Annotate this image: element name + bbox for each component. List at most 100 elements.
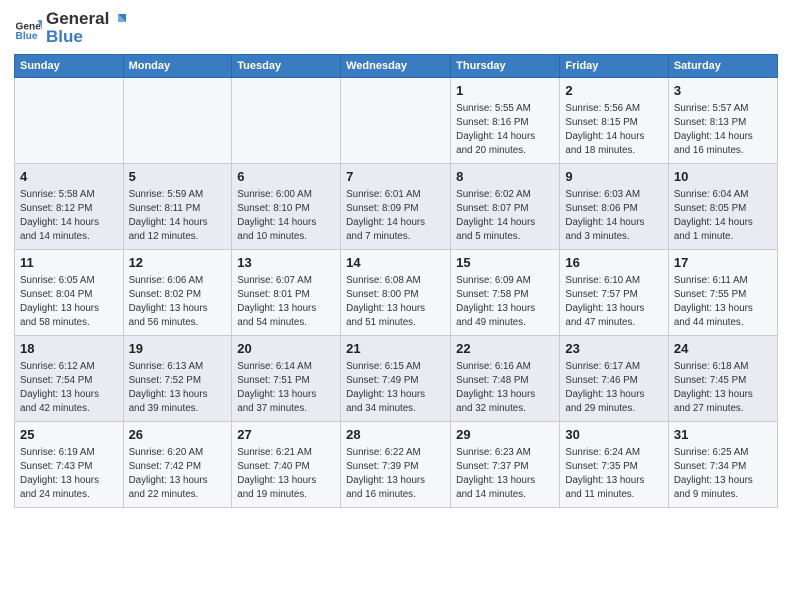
day-number: 10: [674, 168, 772, 186]
day-number: 23: [565, 340, 662, 358]
day-info: Sunrise: 5:58 AMSunset: 8:12 PMDaylight:…: [20, 188, 118, 245]
day-number: 5: [129, 168, 227, 186]
day-number: 27: [237, 426, 335, 444]
day-cell-1-1: 5 Sunrise: 5:59 AMSunset: 8:11 PMDaylight…: [123, 163, 232, 249]
day-info: Sunrise: 6:00 AMSunset: 8:10 PMDaylight:…: [237, 188, 335, 245]
day-info: Sunrise: 5:59 AMSunset: 8:11 PMDaylight:…: [129, 188, 227, 245]
day-info: Sunrise: 6:04 AMSunset: 8:05 PMDaylight:…: [674, 188, 772, 245]
day-number: 15: [456, 254, 554, 272]
day-number: 20: [237, 340, 335, 358]
day-cell-2-5: 16Sunrise: 6:10 AMSunset: 7:57 PMDayligh…: [560, 249, 668, 335]
day-cell-0-3: [341, 77, 451, 163]
logo-text: General: [46, 10, 127, 28]
header: General Blue General Blue: [14, 10, 778, 46]
day-number: 25: [20, 426, 118, 444]
day-info: Sunrise: 6:14 AMSunset: 7:51 PMDaylight:…: [237, 360, 335, 417]
day-number: 8: [456, 168, 554, 186]
calendar-table: Sunday Monday Tuesday Wednesday Thursday…: [14, 54, 778, 508]
day-cell-3-2: 20 Sunrise: 6:14 AMSunset: 7:51 PMDayligh…: [232, 335, 341, 421]
col-friday: Friday: [560, 54, 668, 77]
day-number: 24: [674, 340, 772, 358]
day-info: Sunrise: 6:08 AMSunset: 8:00 PMDaylight:…: [346, 274, 445, 331]
col-wednesday: Wednesday: [341, 54, 451, 77]
day-info: Sunrise: 6:22 AMSunset: 7:39 PMDaylight:…: [346, 446, 445, 503]
day-number: 1: [456, 82, 554, 100]
day-info: Sunrise: 6:18 AMSunset: 7:45 PMDaylight:…: [674, 360, 772, 417]
day-cell-1-4: 8 Sunrise: 6:02 AMSunset: 8:07 PMDaylight…: [451, 163, 560, 249]
col-monday: Monday: [123, 54, 232, 77]
day-cell-0-0: [15, 77, 124, 163]
day-number: 26: [129, 426, 227, 444]
day-info: Sunrise: 6:19 AMSunset: 7:43 PMDaylight:…: [20, 446, 118, 503]
week-row-5: 25 Sunrise: 6:19 AMSunset: 7:43 PMDayligh…: [15, 421, 778, 507]
day-cell-3-0: 18 Sunrise: 6:12 AMSunset: 7:54 PMDayligh…: [15, 335, 124, 421]
day-info: Sunrise: 6:05 AMSunset: 8:04 PMDaylight:…: [20, 274, 118, 331]
day-info: Sunrise: 6:16 AMSunset: 7:48 PMDaylight:…: [456, 360, 554, 417]
day-info: Sunrise: 6:21 AMSunset: 7:40 PMDaylight:…: [237, 446, 335, 503]
day-number: 29: [456, 426, 554, 444]
logo-icon: General Blue: [14, 14, 42, 42]
day-info: Sunrise: 6:10 AMSunset: 7:57 PMDaylight:…: [565, 274, 662, 331]
week-row-3: 11 Sunrise: 6:05 AMSunset: 8:04 PMDayligh…: [15, 249, 778, 335]
day-number: 28: [346, 426, 445, 444]
day-info: Sunrise: 6:23 AMSunset: 7:37 PMDaylight:…: [456, 446, 554, 503]
day-info: Sunrise: 6:03 AMSunset: 8:06 PMDaylight:…: [565, 188, 662, 245]
day-number: 3: [674, 82, 772, 100]
day-info: Sunrise: 5:56 AMSunset: 8:15 PMDaylight:…: [565, 102, 662, 159]
day-number: 21: [346, 340, 445, 358]
day-number: 2: [565, 82, 662, 100]
day-number: 18: [20, 340, 118, 358]
logo: General Blue General Blue: [14, 10, 127, 46]
day-number: 30: [565, 426, 662, 444]
day-cell-2-4: 15 Sunrise: 6:09 AMSunset: 7:58 PMDayligh…: [451, 249, 560, 335]
col-sunday: Sunday: [15, 54, 124, 77]
day-cell-0-5: 2 Sunrise: 5:56 AMSunset: 8:15 PMDaylight…: [560, 77, 668, 163]
day-cell-0-6: 3Sunrise: 5:57 AMSunset: 8:13 PMDaylight…: [668, 77, 777, 163]
day-cell-3-4: 22Sunrise: 6:16 AMSunset: 7:48 PMDayligh…: [451, 335, 560, 421]
col-saturday: Saturday: [668, 54, 777, 77]
day-info: Sunrise: 6:09 AMSunset: 7:58 PMDaylight:…: [456, 274, 554, 331]
day-cell-0-2: [232, 77, 341, 163]
logo-blue-text: Blue: [46, 28, 127, 46]
day-cell-4-3: 28 Sunrise: 6:22 AMSunset: 7:39 PMDayligh…: [341, 421, 451, 507]
day-cell-4-0: 25 Sunrise: 6:19 AMSunset: 7:43 PMDayligh…: [15, 421, 124, 507]
week-row-2: 4 Sunrise: 5:58 AMSunset: 8:12 PMDaylight…: [15, 163, 778, 249]
day-info: Sunrise: 6:11 AMSunset: 7:55 PMDaylight:…: [674, 274, 772, 331]
day-cell-1-0: 4 Sunrise: 5:58 AMSunset: 8:12 PMDaylight…: [15, 163, 124, 249]
day-info: Sunrise: 6:12 AMSunset: 7:54 PMDaylight:…: [20, 360, 118, 417]
day-info: Sunrise: 5:55 AMSunset: 8:16 PMDaylight:…: [456, 102, 554, 159]
day-cell-4-5: 30 Sunrise: 6:24 AMSunset: 7:35 PMDayligh…: [560, 421, 668, 507]
day-number: 19: [129, 340, 227, 358]
day-cell-2-1: 12Sunrise: 6:06 AMSunset: 8:02 PMDayligh…: [123, 249, 232, 335]
day-cell-4-1: 26Sunrise: 6:20 AMSunset: 7:42 PMDayligh…: [123, 421, 232, 507]
day-cell-2-0: 11 Sunrise: 6:05 AMSunset: 8:04 PMDayligh…: [15, 249, 124, 335]
day-number: 6: [237, 168, 335, 186]
day-info: Sunrise: 6:15 AMSunset: 7:49 PMDaylight:…: [346, 360, 445, 417]
day-cell-3-3: 21 Sunrise: 6:15 AMSunset: 7:49 PMDayligh…: [341, 335, 451, 421]
day-cell-4-2: 27 Sunrise: 6:21 AMSunset: 7:40 PMDayligh…: [232, 421, 341, 507]
day-info: Sunrise: 6:24 AMSunset: 7:35 PMDaylight:…: [565, 446, 662, 503]
svg-text:Blue: Blue: [16, 31, 38, 42]
day-cell-4-4: 29 Sunrise: 6:23 AMSunset: 7:37 PMDayligh…: [451, 421, 560, 507]
day-cell-1-3: 7Sunrise: 6:01 AMSunset: 8:09 PMDaylight…: [341, 163, 451, 249]
day-number: 4: [20, 168, 118, 186]
day-cell-2-3: 14Sunrise: 6:08 AMSunset: 8:00 PMDayligh…: [341, 249, 451, 335]
day-cell-0-1: [123, 77, 232, 163]
day-info: Sunrise: 6:02 AMSunset: 8:07 PMDaylight:…: [456, 188, 554, 245]
day-cell-1-2: 6 Sunrise: 6:00 AMSunset: 8:10 PMDaylight…: [232, 163, 341, 249]
logo-text-block: General Blue: [46, 10, 127, 46]
day-info: Sunrise: 6:01 AMSunset: 8:09 PMDaylight:…: [346, 188, 445, 245]
day-number: 9: [565, 168, 662, 186]
day-info: Sunrise: 6:06 AMSunset: 8:02 PMDaylight:…: [129, 274, 227, 331]
day-info: Sunrise: 6:25 AMSunset: 7:34 PMDaylight:…: [674, 446, 772, 503]
day-cell-2-6: 17Sunrise: 6:11 AMSunset: 7:55 PMDayligh…: [668, 249, 777, 335]
day-number: 13: [237, 254, 335, 272]
day-number: 11: [20, 254, 118, 272]
day-cell-1-6: 10 Sunrise: 6:04 AMSunset: 8:05 PMDayligh…: [668, 163, 777, 249]
day-cell-3-6: 24 Sunrise: 6:18 AMSunset: 7:45 PMDayligh…: [668, 335, 777, 421]
day-cell-4-6: 31Sunrise: 6:25 AMSunset: 7:34 PMDayligh…: [668, 421, 777, 507]
day-cell-2-2: 13Sunrise: 6:07 AMSunset: 8:01 PMDayligh…: [232, 249, 341, 335]
col-thursday: Thursday: [451, 54, 560, 77]
page-container: General Blue General Blue Sunday Monday …: [0, 0, 792, 518]
day-info: Sunrise: 6:17 AMSunset: 7:46 PMDaylight:…: [565, 360, 662, 417]
